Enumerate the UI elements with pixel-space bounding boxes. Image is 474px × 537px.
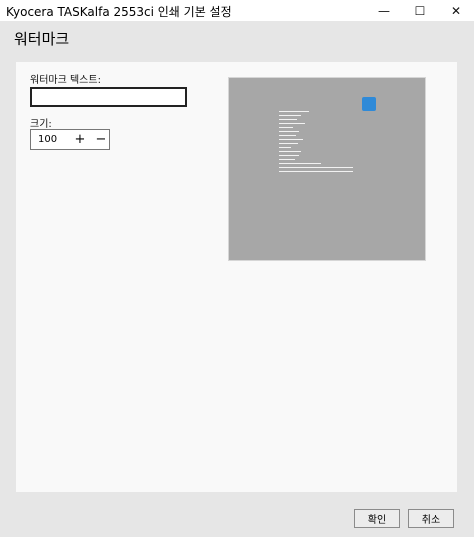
size-label: 크기:	[30, 119, 52, 130]
printer-icon	[362, 97, 376, 111]
watermark-text-input[interactable]	[30, 87, 187, 107]
minus-icon: −	[95, 132, 107, 147]
header-band	[0, 21, 474, 61]
maximize-button[interactable]: ☐	[402, 0, 438, 21]
size-stepper[interactable]: 100 + −	[30, 129, 110, 150]
minimize-button[interactable]: —	[366, 0, 402, 21]
page-title: 워터마크	[14, 30, 70, 48]
plus-icon: +	[74, 132, 86, 147]
footer	[0, 492, 474, 537]
increase-button[interactable]: +	[71, 131, 89, 148]
close-button[interactable]: ✕	[438, 0, 474, 21]
window-title: Kyocera TASKalfa 2553ci 인쇄 기본 설정	[6, 5, 232, 19]
title-bar: Kyocera TASKalfa 2553ci 인쇄 기본 설정 — ☐ ✕	[0, 0, 474, 21]
decrease-button[interactable]: −	[92, 131, 110, 148]
size-value[interactable]: 100	[38, 134, 57, 145]
minimize-icon: —	[378, 3, 390, 18]
ok-button[interactable]: 확인	[354, 509, 400, 528]
watermark-preview	[228, 77, 426, 261]
maximize-icon: ☐	[414, 3, 426, 18]
preview-document	[279, 111, 353, 175]
watermark-text-label: 워터마크 텍스트:	[30, 75, 101, 86]
cancel-button[interactable]: 취소	[408, 509, 454, 528]
close-icon: ✕	[450, 3, 462, 18]
